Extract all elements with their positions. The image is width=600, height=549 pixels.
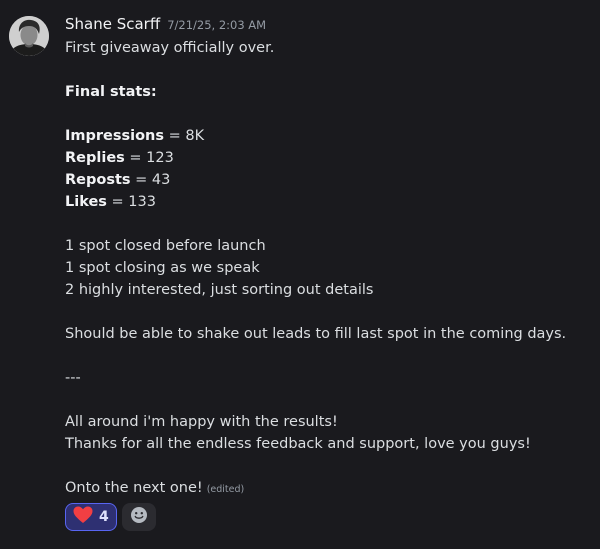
message-line: Should be able to shake out leads to fil… <box>65 323 590 345</box>
heart-icon <box>73 506 93 528</box>
add-reaction-button[interactable] <box>121 503 156 531</box>
stat-value: = 123 <box>124 150 174 166</box>
stat-reposts: Reposts = 43 <box>65 169 590 191</box>
message-line: Final stats: <box>65 81 590 103</box>
message-line: 2 highly interested, just sorting out de… <box>65 279 590 301</box>
stat-likes: Likes = 133 <box>65 191 590 213</box>
chat-message: Shane Scarff 7/21/25, 2:03 AM First give… <box>0 0 600 549</box>
text: 1 spot closed before launch <box>65 238 266 254</box>
message-header: Shane Scarff 7/21/25, 2:03 AM <box>65 15 266 37</box>
stat-value: = 43 <box>130 172 171 188</box>
text: Thanks for all the endless feedback and … <box>65 436 531 452</box>
message-line: 1 spot closing as we speak <box>65 257 590 279</box>
stat-value: = 133 <box>106 194 156 210</box>
final-stats-heading: Final stats: <box>65 84 157 100</box>
message-line: --- <box>65 367 590 389</box>
text: 1 spot closing as we speak <box>65 260 260 276</box>
text: 2 highly interested, just sorting out de… <box>65 282 374 298</box>
reactions-bar: 4 <box>65 503 156 531</box>
stat-label: Likes <box>65 194 107 210</box>
stat-impressions: Impressions = 8K <box>65 125 590 147</box>
stat-label: Impressions <box>65 128 165 144</box>
author-name[interactable]: Shane Scarff <box>65 15 160 33</box>
message-content: First giveaway officially over. Final st… <box>65 37 590 499</box>
message-timestamp[interactable]: 7/21/25, 2:03 AM <box>167 18 266 32</box>
text: First giveaway officially over. <box>65 40 275 56</box>
message-line: Thanks for all the endless feedback and … <box>65 433 590 455</box>
edited-label: (edited) <box>206 484 245 495</box>
message-line: All around i'm happy with the results! <box>65 411 590 433</box>
avatar[interactable] <box>9 16 49 56</box>
text: Onto the next one! <box>65 480 203 496</box>
stat-replies: Replies = 123 <box>65 147 590 169</box>
smiley-icon <box>130 506 148 528</box>
text: All around i'm happy with the results! <box>65 414 338 430</box>
message-line: 1 spot closed before launch <box>65 235 590 257</box>
stat-label: Reposts <box>65 172 131 188</box>
stat-value: = 8K <box>164 128 205 144</box>
message-line: Onto the next one! (edited) <box>65 477 590 499</box>
stat-label: Replies <box>65 150 125 166</box>
reaction-count: 4 <box>99 509 109 525</box>
divider-text: --- <box>65 370 81 386</box>
reaction-heart[interactable]: 4 <box>65 503 117 531</box>
avatar-image <box>9 16 49 56</box>
text: Should be able to shake out leads to fil… <box>65 326 567 342</box>
message-line: First giveaway officially over. <box>65 37 590 59</box>
